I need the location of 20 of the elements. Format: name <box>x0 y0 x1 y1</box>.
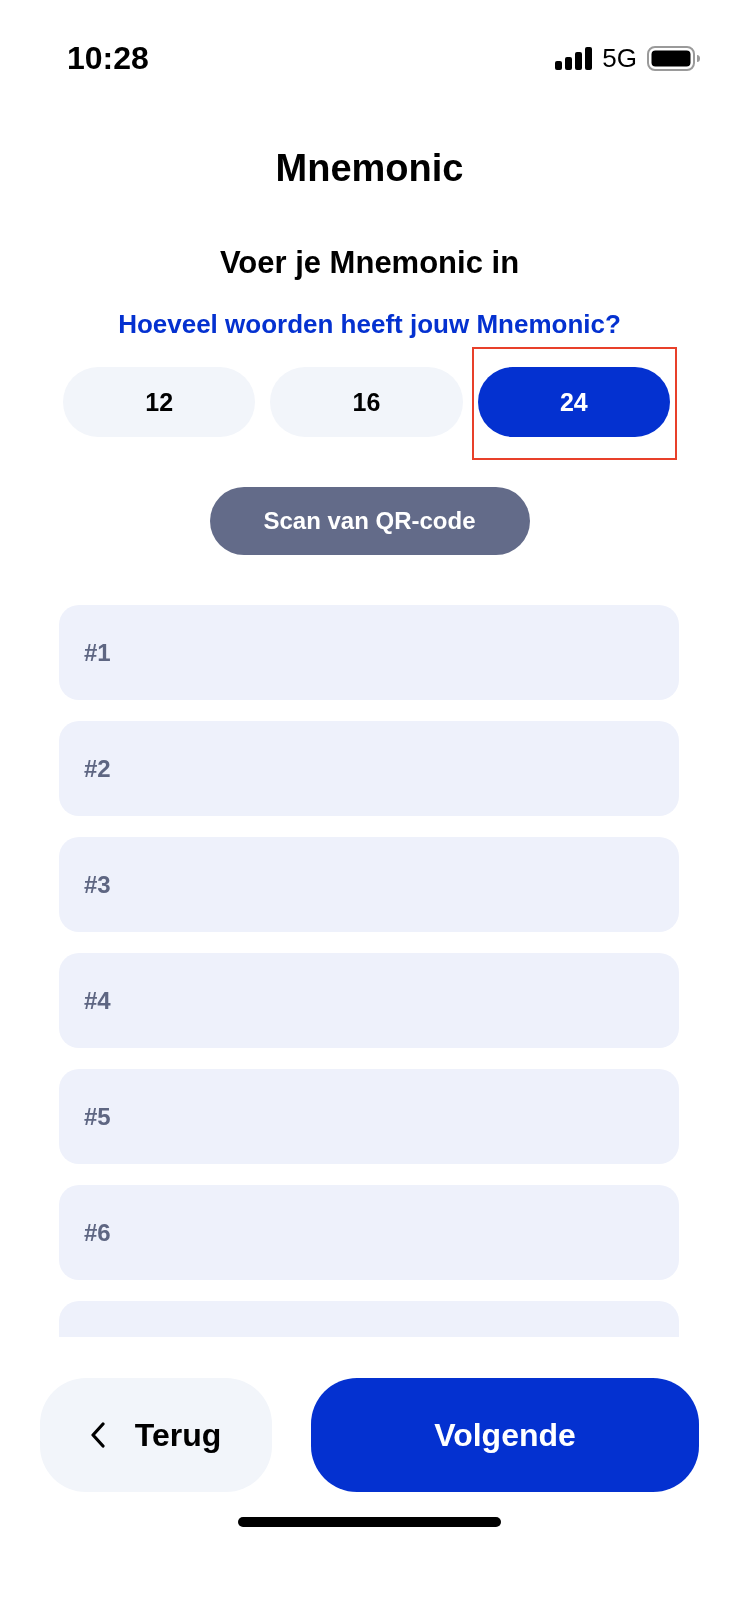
word-input-field[interactable]: #2 <box>59 721 679 816</box>
page-subtitle: Voer je Mnemonic in <box>218 246 521 280</box>
battery-icon <box>647 45 700 71</box>
status-time: 10:28 <box>67 40 149 76</box>
word-input-field[interactable]: #6 <box>59 1185 679 1280</box>
word-input-field[interactable]: #3 <box>59 837 679 932</box>
chevron-left-icon <box>90 1422 105 1448</box>
word-input-field[interactable]: #1 <box>59 605 679 700</box>
network-type: 5G <box>602 43 637 73</box>
signal-icon <box>555 46 593 70</box>
scan-qr-button[interactable]: Scan van QR-code <box>209 487 530 555</box>
page-title: Mnemonic <box>274 146 465 190</box>
word-count-option[interactable]: 12 <box>63 367 256 437</box>
word-input-field[interactable]: #4 <box>59 953 679 1048</box>
word-input-field[interactable]: #5 <box>59 1069 679 1164</box>
next-button[interactable]: Volgende <box>311 1378 699 1492</box>
word-count-question: Hoeveel woorden heeft jouw Mnemonic? <box>117 309 622 339</box>
word-count-option[interactable]: 24 <box>477 367 670 437</box>
back-button[interactable]: Terug <box>40 1378 272 1492</box>
word-count-option[interactable]: 16 <box>270 367 463 437</box>
